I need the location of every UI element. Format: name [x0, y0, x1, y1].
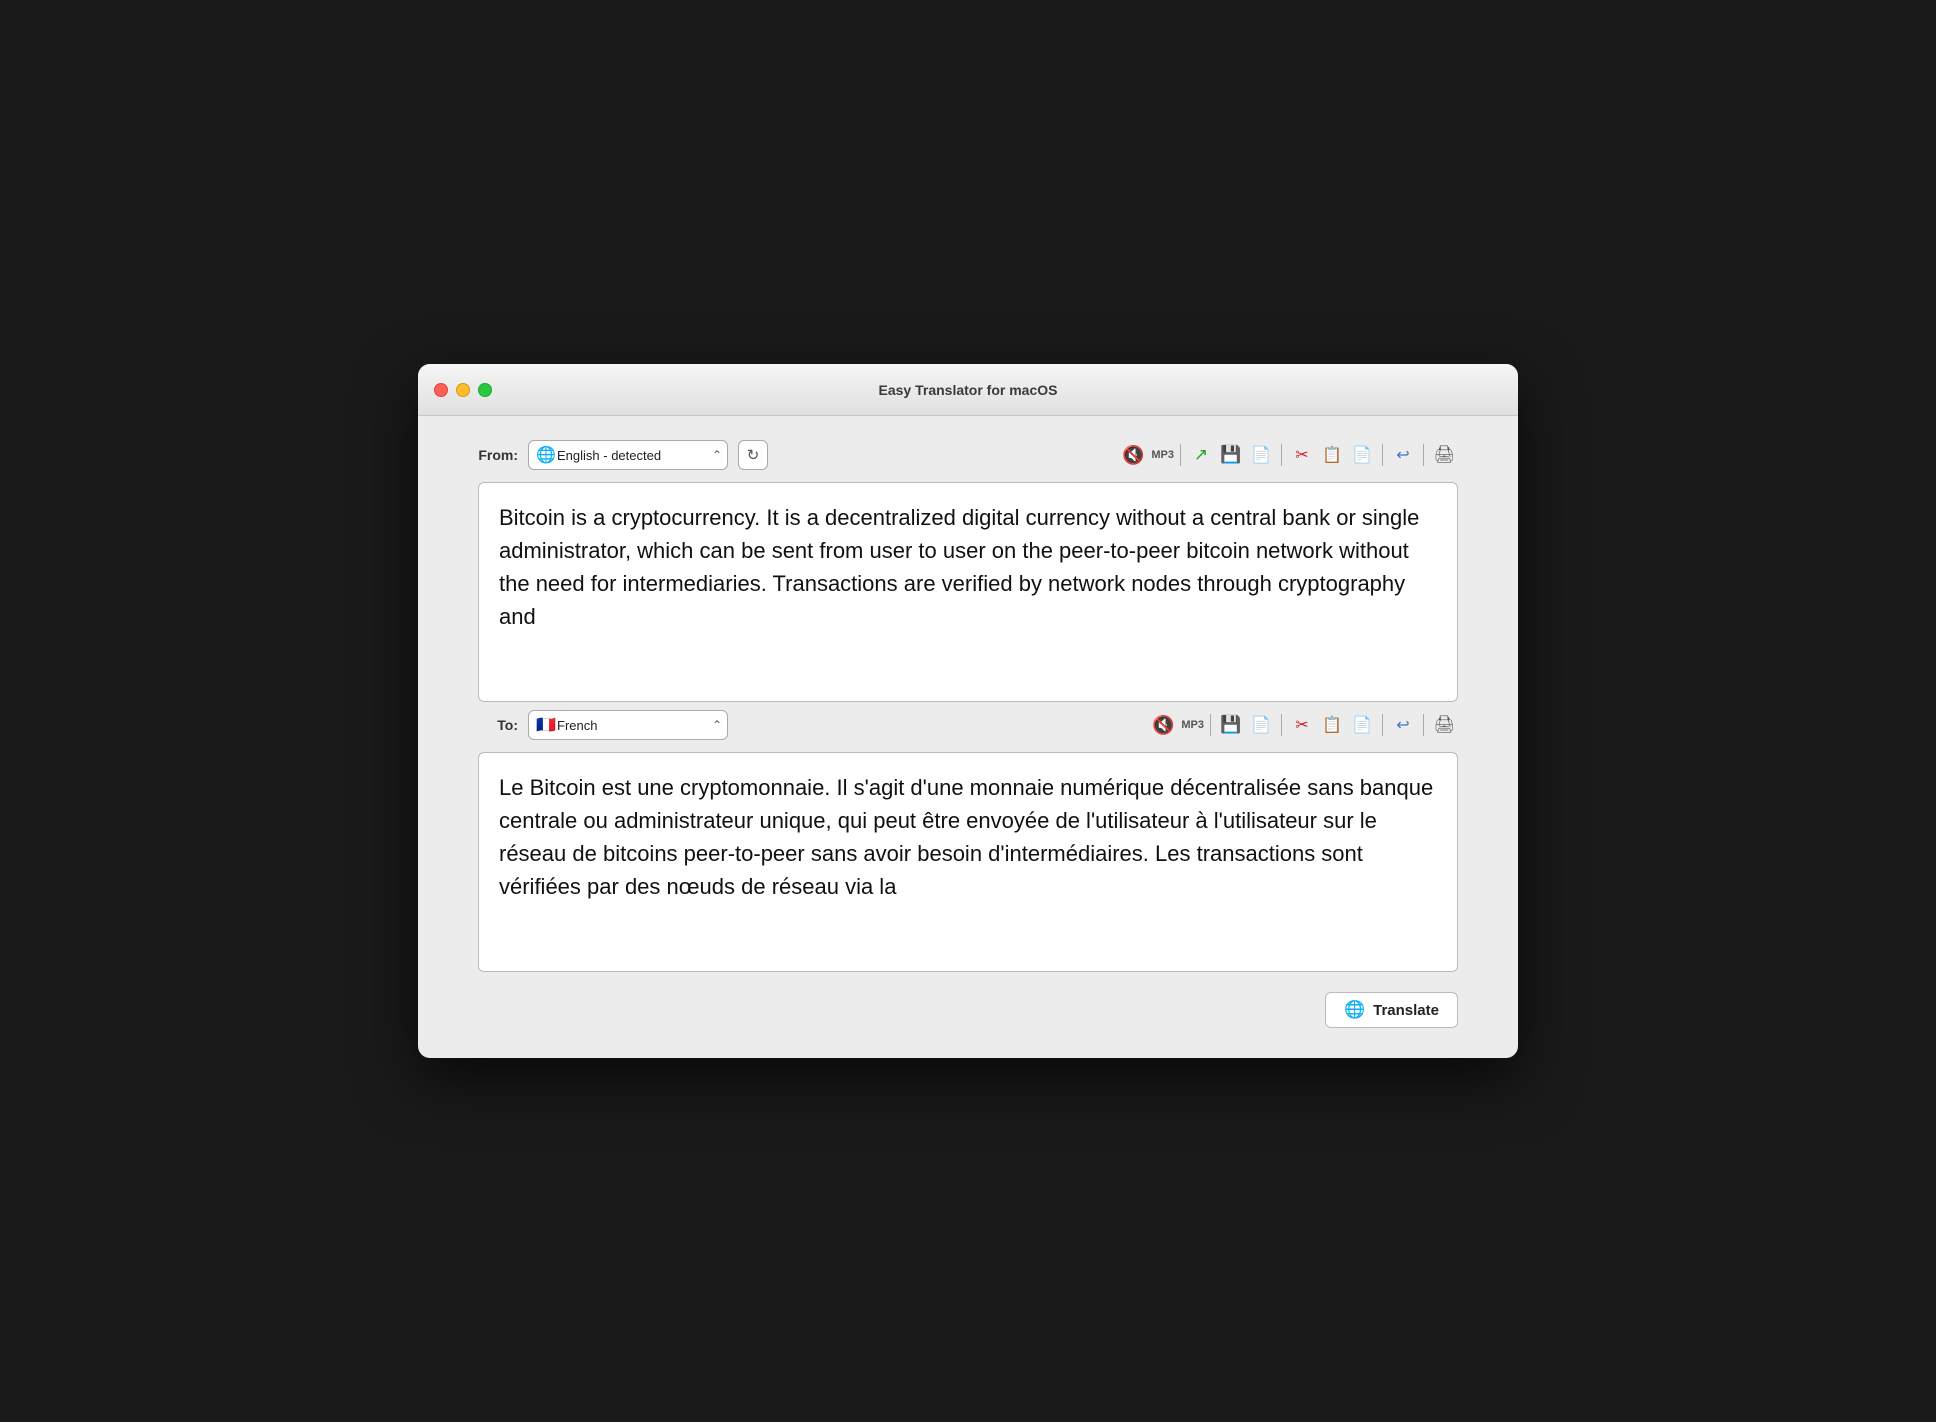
divider-1	[1180, 444, 1181, 466]
to-cut-button[interactable]: ✂	[1288, 711, 1316, 739]
print-icon: 🖨	[1433, 445, 1455, 465]
divider-3	[1382, 444, 1383, 466]
from-undo-button[interactable]: ↩	[1389, 441, 1417, 469]
to-save-button[interactable]: 📄	[1247, 711, 1275, 739]
source-text-area[interactable]: Bitcoin is a cryptocurrency. It is a dec…	[478, 482, 1458, 702]
save-icon: 💾	[1220, 445, 1241, 465]
to-toolbar: To: 🇫🇷 French English Spanish German ⌃ 🔇…	[478, 710, 1458, 740]
source-text-content: Bitcoin is a cryptocurrency. It is a dec…	[499, 501, 1437, 633]
translate-button[interactable]: 🌐 Translate	[1325, 992, 1458, 1028]
from-language-wrapper: 🌐 English - detected French Spanish Germ…	[528, 440, 728, 470]
to-mp3-label: MP3	[1181, 719, 1204, 731]
from-save-button[interactable]: 💾	[1217, 441, 1245, 469]
from-clear-button[interactable]: 📄	[1348, 441, 1376, 469]
from-tool-buttons: 🔇 MP3 ↗ 💾 📄 ✂ 📋	[1119, 441, 1458, 469]
to-language-select[interactable]: French English Spanish German	[528, 710, 728, 740]
translate-row: 🌐 Translate	[478, 992, 1458, 1028]
translated-text-content: Le Bitcoin est une cryptomonnaie. Il s'a…	[499, 771, 1437, 903]
to-language-wrapper: 🇫🇷 French English Spanish German ⌃	[528, 710, 728, 740]
to-print-button[interactable]: 🖨	[1430, 711, 1458, 739]
minimize-button[interactable]	[456, 383, 470, 397]
from-export-button[interactable]: ↗	[1187, 441, 1215, 469]
window-title: Easy Translator for macOS	[879, 382, 1058, 398]
from-language-select[interactable]: English - detected French Spanish German	[528, 440, 728, 470]
to-speaker-icon: 🔇	[1152, 715, 1174, 736]
app-window: Easy Translator for macOS From: 🌐 Englis…	[418, 364, 1518, 1058]
to-divider-2	[1281, 714, 1282, 736]
to-divider-3	[1382, 714, 1383, 736]
to-undo-icon: ↩	[1396, 715, 1409, 735]
close-button[interactable]	[434, 383, 448, 397]
to-print-icon: 🖨	[1433, 715, 1455, 735]
to-divider-1	[1210, 714, 1211, 736]
to-label: To:	[478, 717, 518, 733]
speaker-icon: 🔇	[1122, 445, 1144, 466]
cut-icon: ✂	[1295, 445, 1308, 465]
to-tool-buttons: 🔇 MP3 💾 📄 ✂ 📋 📄	[1149, 711, 1458, 739]
divider-2	[1281, 444, 1282, 466]
clear-icon: 📄	[1352, 445, 1372, 465]
export-icon: ↗	[1194, 445, 1208, 465]
refresh-button[interactable]: ↻	[738, 440, 768, 470]
undo-icon: ↩	[1396, 445, 1409, 465]
paste-icon: 📋	[1322, 445, 1342, 465]
to-paste-button[interactable]: 📋	[1318, 711, 1346, 739]
to-paste-icon: 📋	[1322, 715, 1342, 735]
title-bar: Easy Translator for macOS	[418, 364, 1518, 416]
translate-label: Translate	[1373, 1002, 1439, 1019]
to-undo-button[interactable]: ↩	[1389, 711, 1417, 739]
to-export-button[interactable]: 💾	[1217, 711, 1245, 739]
from-mp3-label: MP3	[1151, 449, 1174, 461]
to-divider-4	[1423, 714, 1424, 736]
from-cut-button[interactable]: ✂	[1288, 441, 1316, 469]
from-paste-button[interactable]: 📋	[1318, 441, 1346, 469]
from-speaker-button[interactable]: 🔇	[1119, 441, 1147, 469]
globe-icon: 🌐	[1344, 1000, 1365, 1020]
main-content: From: 🌐 English - detected French Spanis…	[418, 416, 1518, 1058]
to-speaker-button[interactable]: 🔇	[1149, 711, 1177, 739]
from-print-button[interactable]: 🖨	[1430, 441, 1458, 469]
to-save-icon: 📄	[1251, 715, 1271, 735]
from-copy-button[interactable]: 📄	[1247, 441, 1275, 469]
translated-text-area[interactable]: Le Bitcoin est une cryptomonnaie. Il s'a…	[478, 752, 1458, 972]
to-clear-button[interactable]: 📄	[1348, 711, 1376, 739]
to-clear-icon: 📄	[1352, 715, 1372, 735]
from-toolbar: From: 🌐 English - detected French Spanis…	[478, 440, 1458, 470]
from-label: From:	[478, 447, 518, 463]
window-controls	[434, 383, 492, 397]
copy-icon: 📄	[1251, 445, 1271, 465]
to-export-icon: 💾	[1220, 715, 1241, 735]
to-cut-icon: ✂	[1295, 715, 1308, 735]
divider-4	[1423, 444, 1424, 466]
maximize-button[interactable]	[478, 383, 492, 397]
